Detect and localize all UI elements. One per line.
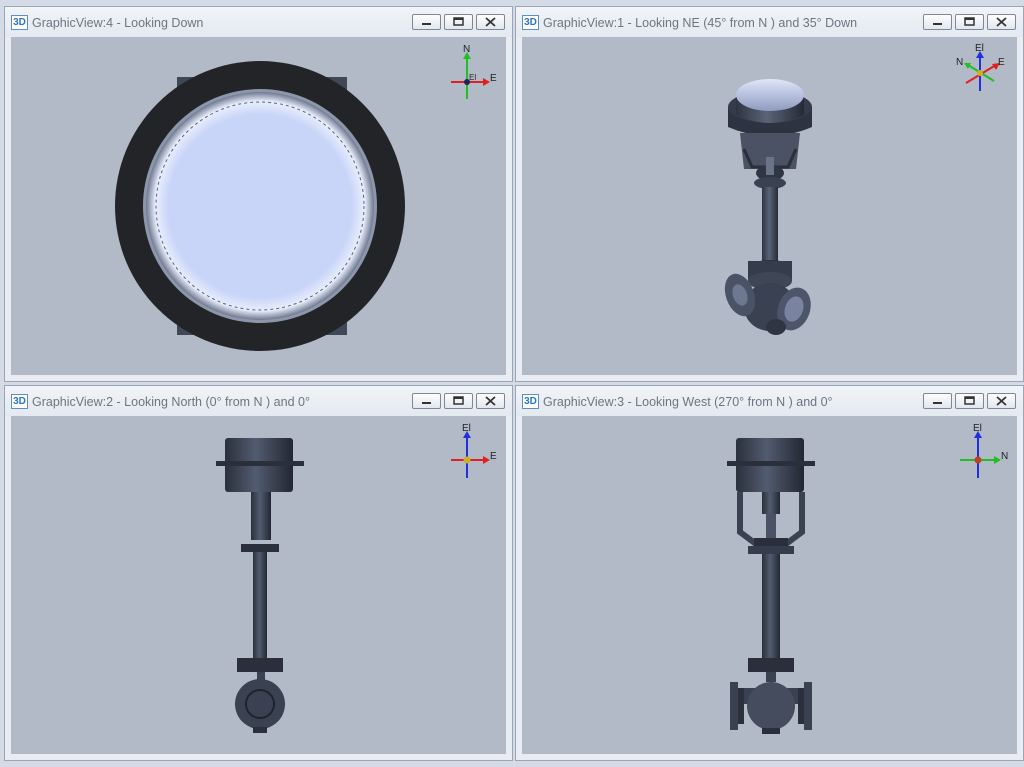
close-icon: [485, 396, 496, 406]
valve-iso-view-model: [724, 79, 812, 335]
view-titlebar[interactable]: 3D GraphicView:1 - Looking NE (45° from …: [516, 7, 1023, 37]
minimize-icon: [933, 23, 942, 25]
valve-north-view-model: [216, 438, 304, 733]
view-title: GraphicView:3 - Looking West (270° from …: [543, 395, 833, 409]
close-button[interactable]: [987, 14, 1016, 30]
minimize-button[interactable]: [412, 393, 441, 409]
3d-viewport[interactable]: El N E: [522, 37, 1017, 375]
close-icon: [996, 396, 1007, 406]
svg-text:E: E: [998, 57, 1005, 68]
3d-viewport[interactable]: N E El: [11, 37, 506, 375]
minimize-button[interactable]: [923, 393, 952, 409]
3d-view-icon: 3D: [522, 15, 539, 30]
3d-viewport[interactable]: El E: [11, 416, 506, 754]
close-button[interactable]: [987, 393, 1016, 409]
restore-button[interactable]: [444, 393, 473, 409]
restore-icon: [453, 17, 464, 26]
3d-view-icon: 3D: [11, 394, 28, 409]
view-titlebar[interactable]: 3D GraphicView:4 - Looking Down: [5, 7, 512, 37]
svg-text:E: E: [490, 451, 497, 462]
close-icon: [485, 17, 496, 27]
svg-text:E: E: [490, 73, 497, 84]
restore-button[interactable]: [955, 393, 984, 409]
minimize-icon: [422, 23, 431, 25]
axis-triad: El N: [960, 423, 1008, 478]
restore-icon: [453, 396, 464, 405]
valve-top-view-model: [115, 61, 405, 351]
axis-triad: El E: [451, 423, 497, 478]
restore-icon: [964, 396, 975, 405]
graphic-view-2[interactable]: 3D GraphicView:2 - Looking North (0° fro…: [4, 385, 513, 761]
graphic-view-4[interactable]: 3D GraphicView:4 - Looking Down N E El: [4, 6, 513, 382]
axis-triad: N E El: [451, 44, 497, 99]
svg-text:N: N: [1001, 451, 1008, 462]
3d-viewport[interactable]: El N: [522, 416, 1017, 754]
minimize-button[interactable]: [923, 14, 952, 30]
close-icon: [996, 17, 1007, 27]
svg-text:N: N: [956, 57, 963, 68]
restore-button[interactable]: [955, 14, 984, 30]
restore-button[interactable]: [444, 14, 473, 30]
axis-triad: El N E: [956, 43, 1005, 91]
view-title: GraphicView:1 - Looking NE (45° from N )…: [543, 16, 858, 30]
svg-text:N: N: [463, 44, 470, 55]
minimize-icon: [422, 402, 431, 404]
restore-icon: [964, 17, 975, 26]
minimize-icon: [933, 402, 942, 404]
valve-west-view-model: [727, 438, 815, 734]
close-button[interactable]: [476, 393, 505, 409]
3d-view-icon: 3D: [522, 394, 539, 409]
view-title: GraphicView:4 - Looking Down: [32, 16, 204, 30]
svg-text:El: El: [462, 423, 471, 434]
graphic-view-1[interactable]: 3D GraphicView:1 - Looking NE (45° from …: [515, 6, 1024, 382]
close-button[interactable]: [476, 14, 505, 30]
view-title: GraphicView:2 - Looking North (0° from N…: [32, 395, 310, 409]
3d-view-icon: 3D: [11, 15, 28, 30]
svg-text:El: El: [469, 73, 476, 82]
svg-text:El: El: [973, 423, 982, 434]
view-titlebar[interactable]: 3D GraphicView:2 - Looking North (0° fro…: [5, 386, 512, 416]
minimize-button[interactable]: [412, 14, 441, 30]
view-titlebar[interactable]: 3D GraphicView:3 - Looking West (270° fr…: [516, 386, 1023, 416]
svg-text:El: El: [975, 43, 984, 54]
graphic-view-3[interactable]: 3D GraphicView:3 - Looking West (270° fr…: [515, 385, 1024, 761]
